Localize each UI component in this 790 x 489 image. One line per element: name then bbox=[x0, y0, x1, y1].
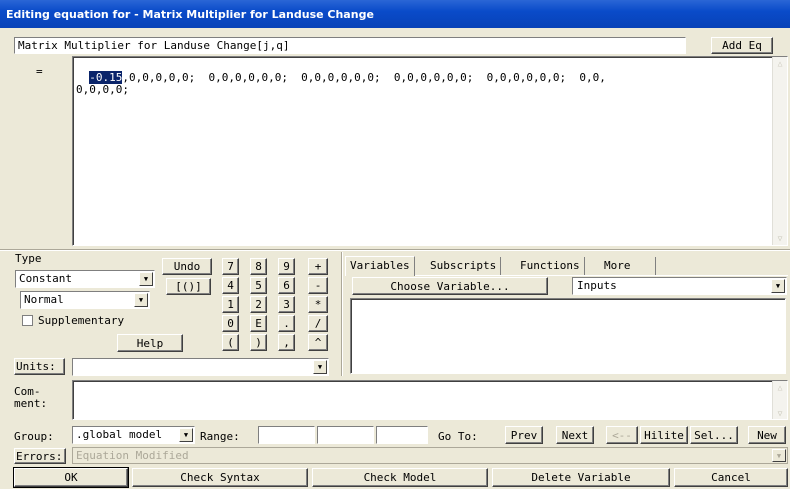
prev-button[interactable]: Prev bbox=[505, 426, 543, 444]
editor-scrollbar[interactable]: △ ▽ bbox=[772, 57, 787, 245]
panel-separator bbox=[341, 252, 343, 376]
scroll-up-arrow-icon[interactable]: △ bbox=[773, 383, 787, 392]
type-select[interactable]: Constant ▼ bbox=[15, 270, 155, 288]
back-button[interactable]: <-- bbox=[606, 426, 638, 444]
keypad-key-2[interactable]: 2 bbox=[250, 296, 267, 313]
goto-label: Go To: bbox=[438, 430, 478, 443]
keypad-key-multiply[interactable]: * bbox=[308, 296, 328, 313]
variable-filter-select[interactable]: Inputs ▼ bbox=[572, 277, 787, 295]
ok-button[interactable]: OK bbox=[13, 467, 129, 488]
equation-editor[interactable]: -0.15,0,0,0,0,0; 0,0,0,0,0,0; 0,0,0,0,0,… bbox=[72, 56, 788, 246]
equals-sign: = bbox=[36, 65, 43, 78]
errors-field: Equation Modified ▼ bbox=[72, 447, 788, 464]
select-button[interactable]: Sel... bbox=[690, 426, 738, 444]
units-select[interactable]: ▼ bbox=[72, 358, 329, 376]
comment-field[interactable] bbox=[72, 380, 788, 420]
scroll-up-arrow-icon[interactable]: △ bbox=[773, 59, 787, 68]
keypad-key-e[interactable]: E bbox=[250, 315, 267, 332]
tab-more[interactable]: More bbox=[600, 257, 656, 275]
keypad-key-3[interactable]: 3 bbox=[278, 296, 295, 313]
cancel-button[interactable]: Cancel bbox=[674, 468, 788, 487]
supplementary-checkbox[interactable] bbox=[22, 315, 33, 326]
keypad-key-9[interactable]: 9 bbox=[278, 258, 295, 275]
chevron-down-icon[interactable]: ▼ bbox=[313, 360, 327, 374]
supplementary-label: Supplementary bbox=[38, 314, 125, 327]
subtype-select-value: Normal bbox=[24, 293, 64, 306]
group-label: Group: bbox=[14, 430, 54, 443]
keypad-key-0[interactable]: 0 bbox=[222, 315, 239, 332]
units-button[interactable]: Units: bbox=[14, 358, 65, 375]
group-select-value: .global model bbox=[76, 428, 163, 441]
brackets-button[interactable]: [()] bbox=[166, 278, 211, 295]
equation-text-line1: ,0,0,0,0,0; 0,0,0,0,0,0; 0,0,0,0,0,0; 0,… bbox=[122, 71, 606, 84]
check-syntax-button[interactable]: Check Syntax bbox=[132, 468, 308, 487]
keypad-key-open-paren[interactable]: ( bbox=[222, 334, 239, 351]
keypad-key-8[interactable]: 8 bbox=[250, 258, 267, 275]
comment-label-line2: ment: bbox=[14, 397, 48, 410]
chevron-down-icon[interactable]: ▼ bbox=[134, 293, 148, 307]
undo-button[interactable]: Undo bbox=[162, 258, 212, 275]
range-min-input[interactable] bbox=[258, 426, 315, 444]
keypad-key-plus[interactable]: + bbox=[308, 258, 328, 275]
keypad: 7 8 9 + 4 5 6 - 1 2 3 * 0 E . / ( ) , ^ bbox=[222, 258, 334, 351]
variable-list[interactable] bbox=[350, 298, 786, 374]
hilite-button[interactable]: Hilite bbox=[640, 426, 688, 444]
tab-subscripts[interactable]: Subscripts bbox=[426, 257, 502, 275]
range-label: Range: bbox=[200, 430, 240, 443]
help-button[interactable]: Help bbox=[117, 334, 183, 352]
subtype-select[interactable]: Normal ▼ bbox=[20, 291, 150, 309]
new-button[interactable]: New bbox=[748, 426, 786, 444]
add-eq-button[interactable]: Add Eq bbox=[711, 37, 773, 54]
keypad-key-minus[interactable]: - bbox=[308, 277, 328, 294]
errors-value: Equation Modified bbox=[76, 449, 189, 462]
keypad-key-caret[interactable]: ^ bbox=[308, 334, 328, 351]
keypad-key-comma[interactable]: , bbox=[278, 334, 295, 351]
section-divider bbox=[0, 249, 790, 251]
errors-button[interactable]: Errors: bbox=[14, 448, 66, 464]
delete-variable-button[interactable]: Delete Variable bbox=[492, 468, 670, 487]
equation-name-field[interactable]: Matrix Multiplier for Landuse Change[j,q… bbox=[14, 37, 686, 54]
keypad-key-close-paren[interactable]: ) bbox=[250, 334, 267, 351]
keypad-key-6[interactable]: 6 bbox=[278, 277, 295, 294]
equation-name-text: Matrix Multiplier for Landuse Change[j,q… bbox=[18, 39, 290, 52]
keypad-key-dot[interactable]: . bbox=[278, 315, 295, 332]
comment-scrollbar[interactable]: △ ▽ bbox=[772, 381, 787, 419]
next-button[interactable]: Next bbox=[556, 426, 594, 444]
variable-filter-value: Inputs bbox=[577, 279, 617, 292]
equation-text-line2: 0,0,0,0; bbox=[76, 83, 129, 96]
keypad-key-1[interactable]: 1 bbox=[222, 296, 239, 313]
chevron-down-icon[interactable]: ▼ bbox=[771, 279, 785, 293]
group-select[interactable]: .global model ▼ bbox=[72, 426, 195, 444]
comment-label: Com- ment: bbox=[14, 386, 47, 410]
keypad-key-4[interactable]: 4 bbox=[222, 277, 239, 294]
chevron-down-icon: ▼ bbox=[772, 449, 786, 462]
window-title: Editing equation for - Matrix Multiplier… bbox=[0, 0, 790, 28]
range-step-input[interactable] bbox=[376, 426, 428, 444]
chevron-down-icon[interactable]: ▼ bbox=[139, 272, 153, 286]
keypad-key-7[interactable]: 7 bbox=[222, 258, 239, 275]
tab-variables[interactable]: Variables bbox=[345, 256, 415, 276]
range-max-input[interactable] bbox=[317, 426, 374, 444]
scroll-down-arrow-icon[interactable]: ▽ bbox=[773, 234, 787, 243]
check-model-button[interactable]: Check Model bbox=[312, 468, 488, 487]
choose-variable-button[interactable]: Choose Variable... bbox=[352, 277, 548, 295]
type-label: Type bbox=[15, 252, 42, 265]
tab-functions[interactable]: Functions bbox=[516, 257, 585, 275]
type-select-value: Constant bbox=[19, 272, 72, 285]
keypad-key-5[interactable]: 5 bbox=[250, 277, 267, 294]
keypad-key-divide[interactable]: / bbox=[308, 315, 328, 332]
chevron-down-icon[interactable]: ▼ bbox=[179, 428, 193, 442]
scroll-down-arrow-icon[interactable]: ▽ bbox=[773, 409, 787, 418]
